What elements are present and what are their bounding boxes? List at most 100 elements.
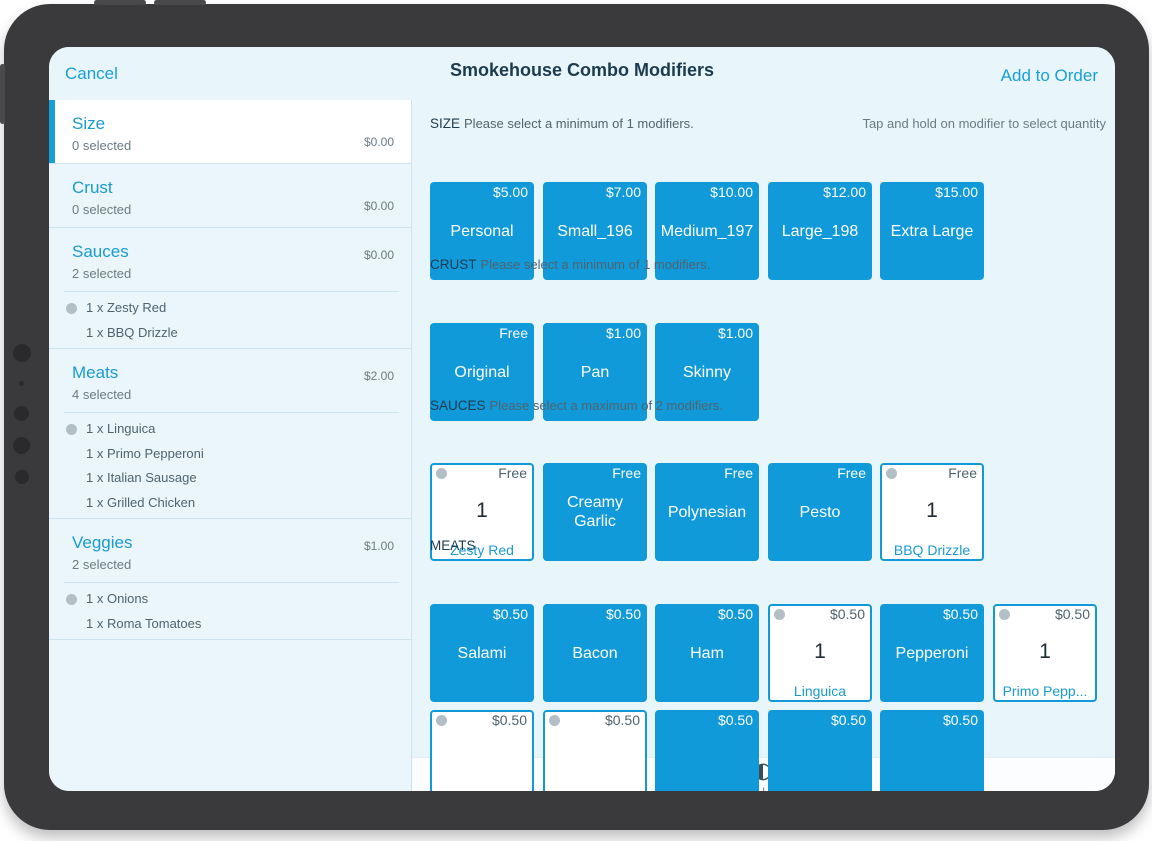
sidebar-selected-label: 1 x Onions (86, 591, 149, 606)
modifier-tile[interactable]: $0.50 (430, 710, 534, 791)
modifier-group-sidebar: Size 0 selected $0.00 Crust 0 selected $0.00 S… (49, 100, 412, 791)
sidebar-selected-list: 1 x Linguica 1 x Primo Pepperoni 1 x Itali… (64, 412, 399, 518)
modifier-tile[interactable]: $0.50 1 Linguica (768, 604, 872, 702)
sidebar-group-price: $0.00 (363, 199, 394, 213)
sidebar-selected-item: 1 x Onions (64, 587, 399, 612)
app-screen: Cancel Smokehouse Combo Modifiers Add to… (49, 47, 1115, 791)
sidebar-group-price: $2.00 (363, 369, 394, 383)
modifier-name: Polynesian (667, 503, 747, 521)
modifier-tile[interactable]: $0.50 Bacon (543, 604, 647, 702)
sidebar-group-name: Sauces (72, 242, 129, 261)
sidebar-group-price: $0.00 (363, 248, 394, 262)
whole-portion-icon (66, 424, 77, 435)
sidebar-group-header[interactable]: Sauces 2 selected $0.00 (49, 228, 411, 291)
sidebar-group-header[interactable]: Crust 0 selected $0.00 (49, 164, 411, 227)
sidebar-group-crust[interactable]: Crust 0 selected $0.00 (49, 164, 411, 228)
sidebar-group-name: Size (72, 114, 106, 133)
modifier-name: Primo Pepp... (1002, 683, 1088, 699)
sidebar-group-count: 0 selected (72, 138, 132, 153)
section-label-sauces: SAUCES Please select a maximum of 2 modif… (430, 398, 723, 413)
top-button (154, 0, 206, 5)
top-button (94, 0, 146, 5)
modifier-name: Ham (690, 644, 724, 662)
sidebar-selected-label: 1 x Linguica (86, 421, 156, 436)
sidebar-selected-label: 1 x Roma Tomatoes (86, 615, 202, 631)
section-label-crust: CRUST Please select a minimum of 1 modifi… (430, 257, 710, 272)
modifier-tile[interactable]: $0.50 Pepperoni (880, 604, 984, 702)
modifier-name: Salami (457, 644, 507, 662)
sidebar-selected-item: 1 x BBQ Drizzle (64, 321, 399, 346)
sensor-icon (13, 437, 30, 454)
modifier-price: $0.50 (829, 606, 865, 622)
modifier-name: Extra Large (890, 222, 974, 240)
modifier-tile[interactable]: $15.00 Extra Large (880, 182, 984, 280)
sidebar-selected-list: 1 x Onions 1 x Roma Tomatoes (64, 582, 399, 639)
sidebar-group-header[interactable]: Size 0 selected $0.00 (49, 100, 411, 163)
sidebar-group-meats[interactable]: Meats 4 selected $2.00 1 x Linguica 1 x Prim… (49, 349, 411, 519)
sidebar-group-veggies[interactable]: Veggies 2 selected $1.00 1 x Onions 1 x Roma… (49, 519, 411, 640)
sensor-icon (13, 344, 31, 362)
sensor-icon (15, 470, 29, 484)
modifier-tile[interactable]: $0.50 1 Primo Pepp... (993, 604, 1097, 702)
modifier-price: $0.50 (1054, 606, 1090, 622)
modifier-name (768, 710, 872, 791)
section-note: Please select a minimum of 1 modifiers. (464, 116, 694, 131)
sidebar-selected-item: 1 x Zesty Red (64, 296, 399, 321)
camera-icon (14, 406, 29, 421)
modifier-price: $0.50 (491, 712, 527, 728)
modifier-name (880, 710, 984, 791)
modifier-tile[interactable]: $0.50 (768, 710, 872, 791)
modifier-name: Pesto (799, 503, 841, 521)
modifier-name: Linguica (793, 683, 847, 699)
sidebar-group-name: Veggies (72, 533, 133, 552)
modifier-tile[interactable]: $0.50 (543, 710, 647, 791)
sensor-icon (19, 381, 24, 386)
modifier-tile[interactable]: Free Polynesian (655, 463, 759, 561)
sidebar-selected-item: 1 x Primo Pepperoni (64, 442, 399, 467)
modifier-tile[interactable]: $0.50 (655, 710, 759, 791)
sidebar-selected-label: 1 x Italian Sausage (86, 470, 197, 485)
sidebar-group-count: 0 selected (72, 202, 132, 217)
modifier-tile[interactable]: Free Creamy Garlic (543, 463, 647, 561)
modifier-name: Large_198 (781, 222, 859, 240)
whole-portion-icon (886, 468, 897, 479)
sidebar-group-size[interactable]: Size 0 selected $0.00 (49, 100, 411, 164)
sidebar-group-name: Crust (72, 178, 113, 197)
sidebar-group-price: $1.00 (363, 539, 394, 553)
modifier-quantity: 1 (814, 640, 826, 663)
modifier-price: $0.50 (604, 712, 640, 728)
modifier-tile[interactable]: $12.00 Large_198 (768, 182, 872, 280)
sidebar-selected-label: 1 x BBQ Drizzle (86, 324, 178, 340)
modifier-tile[interactable]: Free Pesto (768, 463, 872, 561)
whole-portion-icon (774, 609, 785, 620)
sidebar-group-count: 4 selected (72, 387, 132, 402)
sidebar-selected-item: 1 x Grilled Chicken (64, 491, 399, 516)
sidebar-selected-item: 1 x Roma Tomatoes (64, 612, 399, 637)
modifier-tile[interactable]: $0.50 Salami (430, 604, 534, 702)
add-to-order-button[interactable]: Add to Order (1001, 66, 1098, 86)
modifier-quantity: 1 (926, 499, 938, 522)
sidebar-group-header[interactable]: Meats 4 selected $2.00 (49, 349, 411, 412)
sidebar-selected-label: 1 x Zesty Red (86, 300, 167, 315)
section-label-meats: MEATS (430, 538, 480, 553)
modifier-panel: Tap and hold on modifier to select quant… (412, 100, 1115, 791)
modifier-tile[interactable]: $0.50 (880, 710, 984, 791)
whole-portion-icon (436, 715, 447, 726)
sidebar-group-header[interactable]: Veggies 2 selected $1.00 (49, 519, 411, 582)
tablet-frame: Cancel Smokehouse Combo Modifiers Add to… (0, 0, 1149, 830)
navigation-bar: Cancel Smokehouse Combo Modifiers Add to… (49, 47, 1115, 101)
whole-portion-icon (66, 594, 77, 605)
whole-portion-icon (66, 303, 77, 314)
sidebar-selected-item: 1 x Italian Sausage (64, 466, 399, 491)
sidebar-group-sauces[interactable]: Sauces 2 selected $0.00 1 x Zesty Red 1 x BB… (49, 228, 411, 349)
modifier-price: Free (948, 465, 977, 481)
section-title: SAUCES (430, 398, 486, 413)
modifier-tile[interactable]: $0.50 Ham (655, 604, 759, 702)
modifier-quantity: 1 (1039, 640, 1051, 663)
modifier-name: Creamy Garlic (566, 494, 623, 530)
modifier-name: Pepperoni (895, 644, 969, 662)
sidebar-group-price: $0.00 (363, 135, 394, 149)
whole-portion-icon (436, 468, 447, 479)
modifier-tile[interactable]: Free 1 BBQ Drizzle (880, 463, 984, 561)
section-label-size: SIZE Please select a minimum of 1 modifie… (430, 116, 694, 131)
